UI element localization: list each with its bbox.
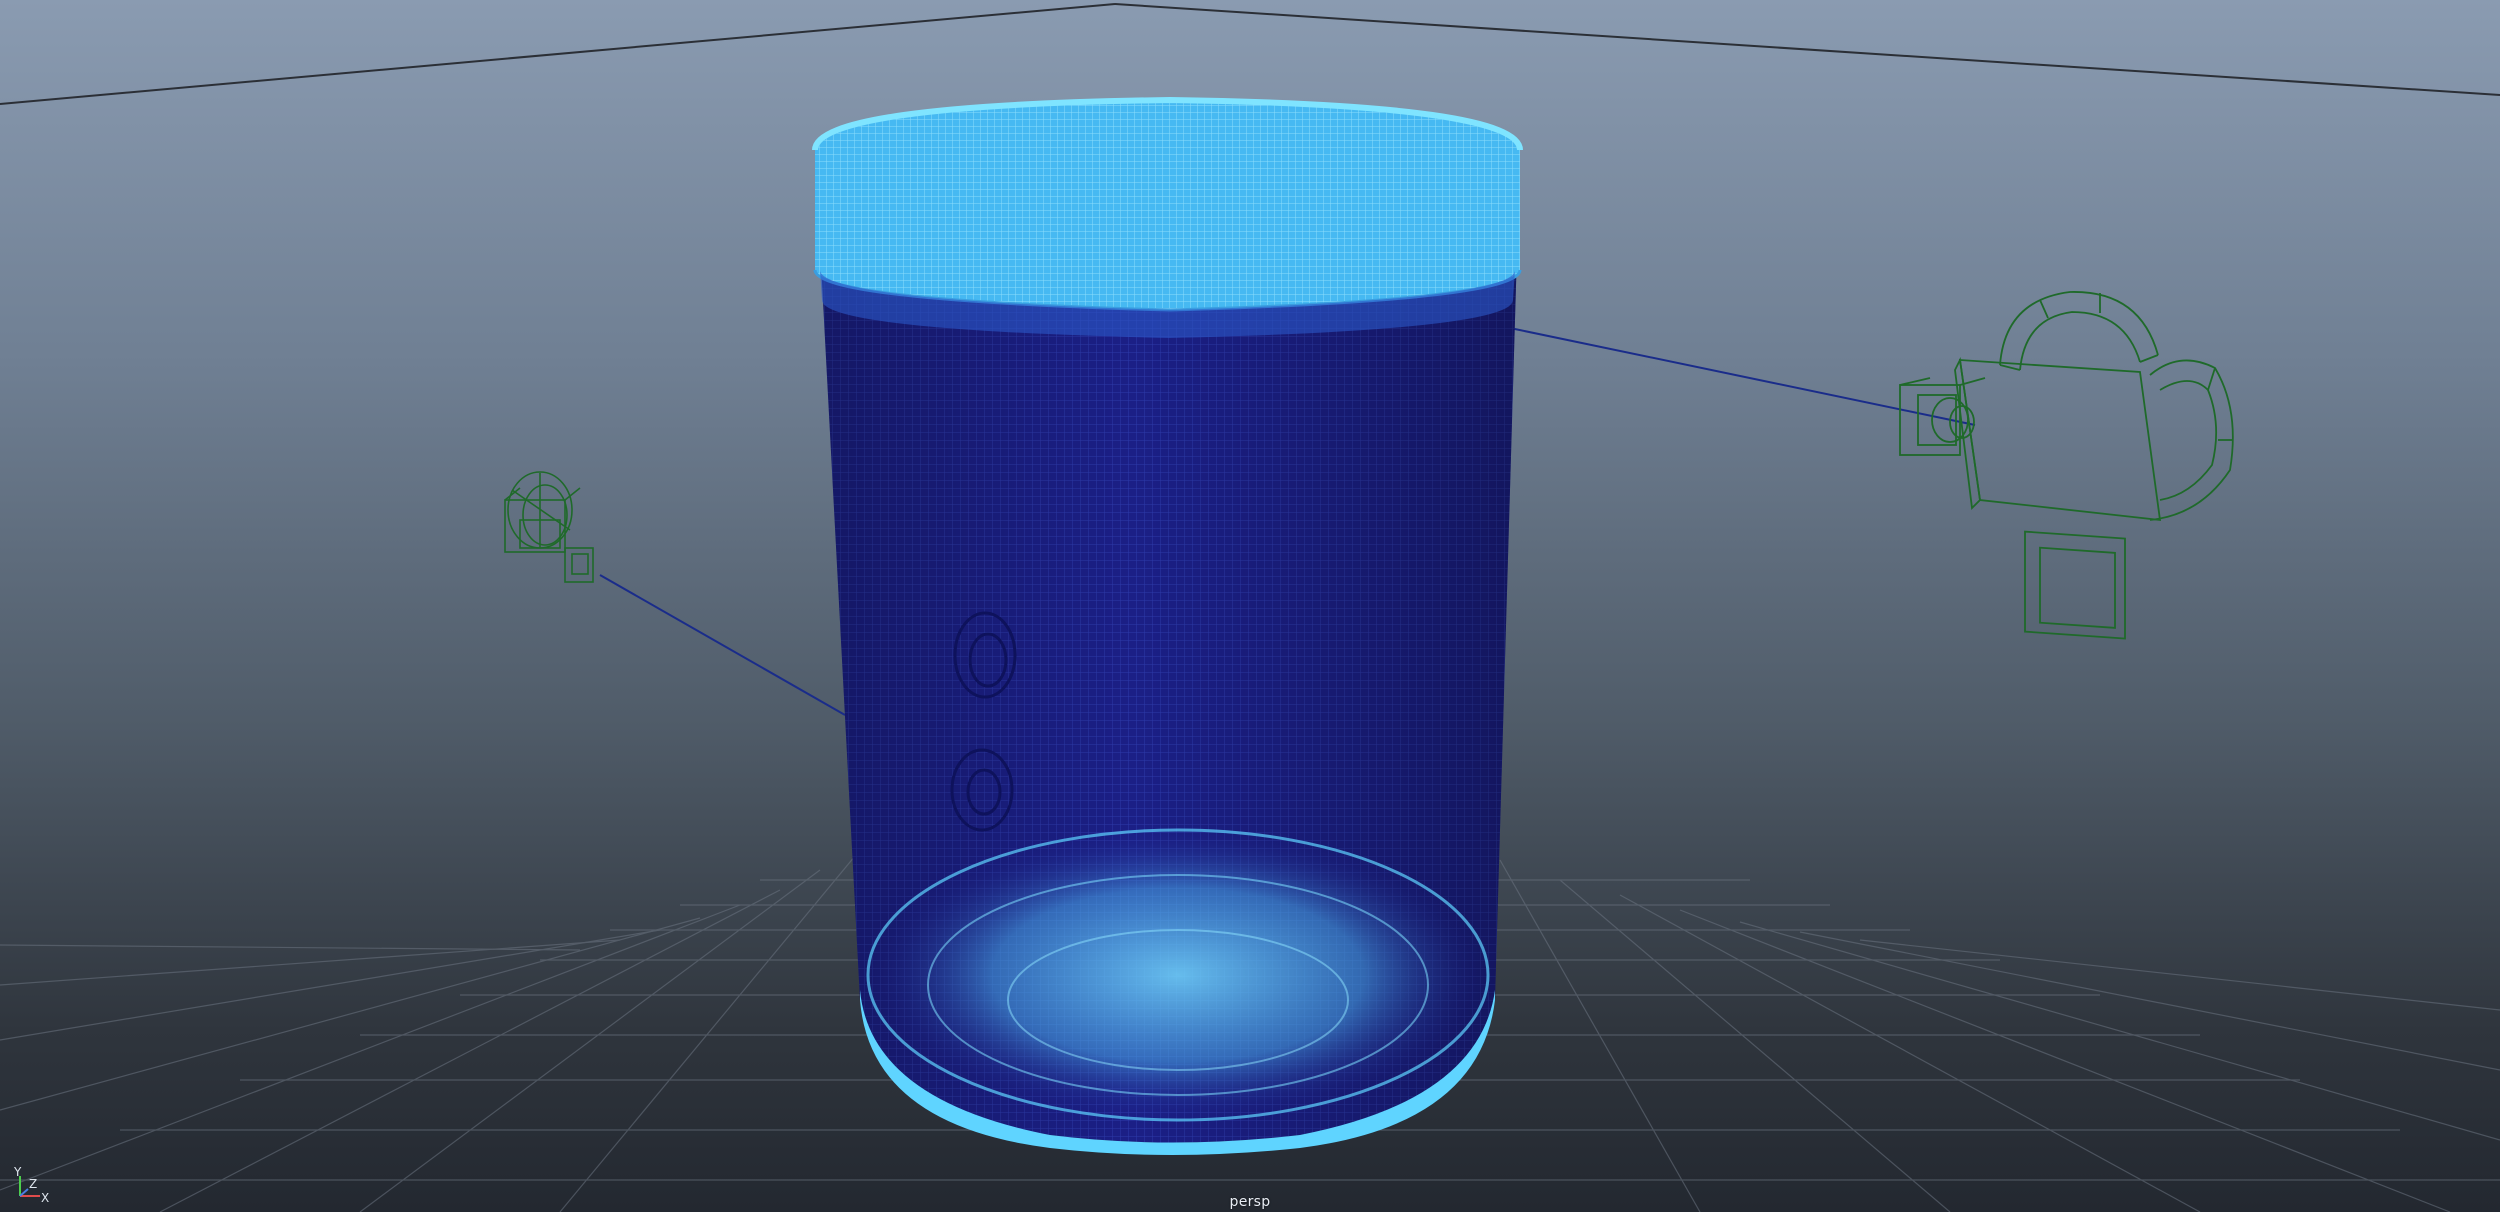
camera-name-label: persp <box>1229 1194 1271 1210</box>
axis-z-label: Z <box>29 1177 37 1191</box>
scene-canvas[interactable] <box>0 0 2500 1212</box>
camera-left-icon[interactable] <box>504 471 594 583</box>
axis-y-label: Y <box>13 1165 22 1179</box>
camera-right-icon[interactable] <box>1899 291 2234 640</box>
horizon-lines <box>0 3 2500 105</box>
maya-viewport[interactable]: Y X Z persp <box>0 0 2500 1212</box>
cylinder-mesh[interactable] <box>812 96 1523 1155</box>
